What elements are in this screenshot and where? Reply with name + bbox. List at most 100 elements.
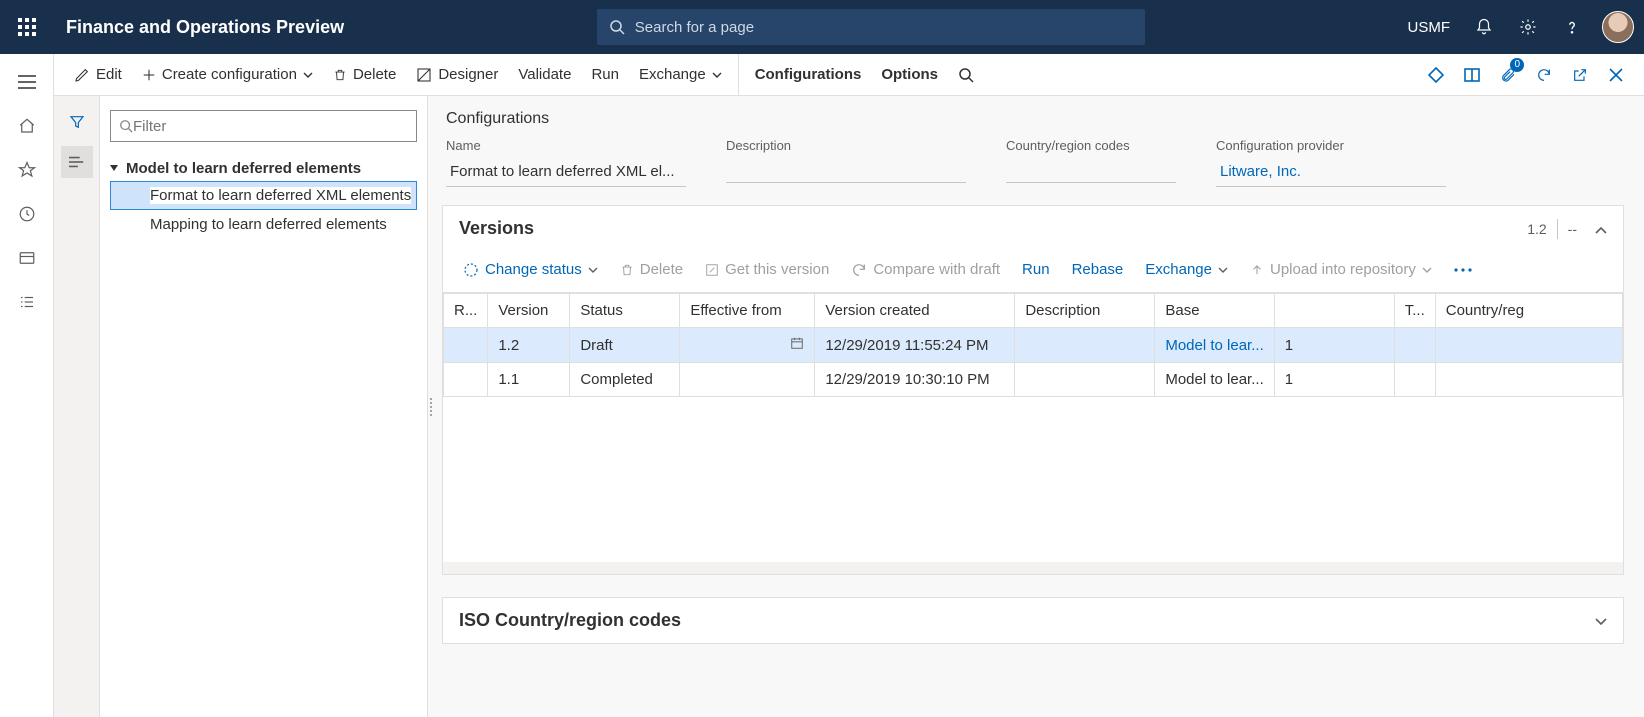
attachments-button[interactable]: 0 xyxy=(1490,54,1526,96)
tree-child-mapping[interactable]: Mapping to learn deferred elements xyxy=(110,210,417,239)
nav-favorites[interactable] xyxy=(0,148,54,192)
col-status[interactable]: Status xyxy=(570,294,680,328)
change-status-button[interactable]: Change status xyxy=(455,257,606,282)
pencil-icon xyxy=(74,67,90,83)
settings-button[interactable] xyxy=(1508,0,1548,54)
expand-toggle[interactable] xyxy=(1587,610,1607,631)
options-tab[interactable]: Options xyxy=(871,54,948,96)
attachments-count: 0 xyxy=(1510,58,1524,72)
cell-country xyxy=(1435,328,1622,363)
field-label: Name xyxy=(446,138,686,153)
table-header-row: R... Version Status Effective from Versi… xyxy=(444,294,1623,328)
iso-codes-header[interactable]: ISO Country/region codes xyxy=(443,598,1623,643)
version-exchange-button[interactable]: Exchange xyxy=(1137,257,1236,282)
validate-button[interactable]: Validate xyxy=(508,54,581,96)
col-created[interactable]: Version created xyxy=(815,294,1015,328)
clock-icon xyxy=(18,205,36,223)
get-version-button[interactable]: Get this version xyxy=(697,257,837,282)
more-actions-button[interactable] xyxy=(1446,264,1480,276)
cell-base-link[interactable]: Model to lear... xyxy=(1155,328,1274,363)
nav-rail xyxy=(0,54,54,717)
list-view-toggle[interactable] xyxy=(61,146,93,178)
app-launcher[interactable] xyxy=(0,0,54,54)
versions-table: R... Version Status Effective from Versi… xyxy=(443,293,1623,397)
get-version-label: Get this version xyxy=(725,261,829,278)
tree-root-node[interactable]: Model to learn deferred elements xyxy=(110,156,417,181)
table-row[interactable]: 1.1 Completed 12/29/2019 10:30:10 PM Mod… xyxy=(444,363,1623,397)
close-button[interactable] xyxy=(1598,54,1634,96)
field-value-link[interactable]: Litware, Inc. xyxy=(1216,159,1446,187)
versions-grid[interactable]: R... Version Status Effective from Versi… xyxy=(443,292,1623,562)
tree-child-format[interactable]: Format to learn deferred XML elements xyxy=(110,181,417,210)
rebase-label: Rebase xyxy=(1072,261,1124,278)
cell-t xyxy=(1394,363,1435,397)
versions-current: 1.2 xyxy=(1517,221,1556,237)
global-search[interactable]: Search for a page xyxy=(597,9,1145,45)
version-delete-button[interactable]: Delete xyxy=(612,257,691,282)
configurations-tab[interactable]: Configurations xyxy=(745,54,872,96)
calendar-icon[interactable] xyxy=(790,336,804,354)
delete-button[interactable]: Delete xyxy=(323,54,406,96)
compare-icon xyxy=(851,262,867,278)
col-r[interactable]: R... xyxy=(444,294,488,328)
cell-country xyxy=(1435,363,1622,397)
tree-child-label: Format to learn deferred XML elements xyxy=(150,187,411,204)
popout-button[interactable] xyxy=(1562,54,1598,96)
waffle-icon xyxy=(18,18,36,36)
cell-effective xyxy=(680,363,815,397)
cell-desc xyxy=(1015,363,1155,397)
create-config-button[interactable]: Create configuration xyxy=(132,54,323,96)
nav-modules[interactable] xyxy=(0,280,54,324)
col-version[interactable]: Version xyxy=(488,294,570,328)
version-run-button[interactable]: Run xyxy=(1014,257,1058,282)
nav-recent[interactable] xyxy=(0,192,54,236)
bell-icon xyxy=(1475,18,1493,36)
designer-label: Designer xyxy=(438,66,498,83)
rebase-button[interactable]: Rebase xyxy=(1064,257,1132,282)
search-icon xyxy=(958,67,974,83)
compare-button[interactable]: Compare with draft xyxy=(843,257,1008,282)
field-value[interactable] xyxy=(1006,159,1176,183)
help-button[interactable] xyxy=(1552,0,1592,54)
edit-button[interactable]: Edit xyxy=(64,54,132,96)
refresh-button[interactable] xyxy=(1526,54,1562,96)
col-country[interactable]: Country/reg xyxy=(1435,294,1622,328)
upload-button[interactable]: Upload into repository xyxy=(1242,257,1440,282)
exchange-button[interactable]: Exchange xyxy=(629,54,739,96)
designer-button[interactable]: Designer xyxy=(406,54,508,96)
collapse-toggle[interactable] xyxy=(1587,218,1607,239)
nav-workspaces[interactable] xyxy=(0,236,54,280)
company-code[interactable]: USMF xyxy=(1398,19,1461,36)
col-t[interactable]: T... xyxy=(1394,294,1435,328)
nav-toggle[interactable] xyxy=(0,60,54,104)
tree-filter[interactable] xyxy=(110,110,417,142)
splitter-handle[interactable] xyxy=(428,388,434,426)
header-right: USMF xyxy=(1398,0,1644,54)
col-desc[interactable]: Description xyxy=(1015,294,1155,328)
run-button[interactable]: Run xyxy=(581,54,629,96)
header-center: Search for a page xyxy=(344,9,1397,45)
col-base[interactable]: Base xyxy=(1155,294,1274,328)
close-icon xyxy=(1609,68,1623,82)
content-row: Model to learn deferred elements Format … xyxy=(54,96,1644,717)
header-fields: Name Format to learn deferred XML el... … xyxy=(446,138,1624,187)
version-run-label: Run xyxy=(1022,261,1050,278)
versions-header[interactable]: Versions 1.2 -- xyxy=(443,206,1623,251)
open-excel-button[interactable] xyxy=(1454,54,1490,96)
cell-effective[interactable] xyxy=(680,328,815,363)
user-avatar[interactable] xyxy=(1602,11,1634,43)
tree-filter-input[interactable] xyxy=(133,118,408,135)
question-icon xyxy=(1563,18,1581,36)
table-row[interactable]: 1.2 Draft 12/29/2019 11:55:24 PM Model t… xyxy=(444,328,1623,363)
notifications-button[interactable] xyxy=(1464,0,1504,54)
open-in-dev-button[interactable] xyxy=(1418,54,1454,96)
col-base-n[interactable] xyxy=(1274,294,1394,328)
nav-home[interactable] xyxy=(0,104,54,148)
upload-icon xyxy=(1250,263,1264,277)
col-effective[interactable]: Effective from xyxy=(680,294,815,328)
field-value[interactable] xyxy=(726,159,966,183)
field-value[interactable]: Format to learn deferred XML el... xyxy=(446,159,686,187)
filter-pane-toggle[interactable] xyxy=(61,106,93,138)
change-status-label: Change status xyxy=(485,261,582,278)
page-search-button[interactable] xyxy=(948,54,984,96)
